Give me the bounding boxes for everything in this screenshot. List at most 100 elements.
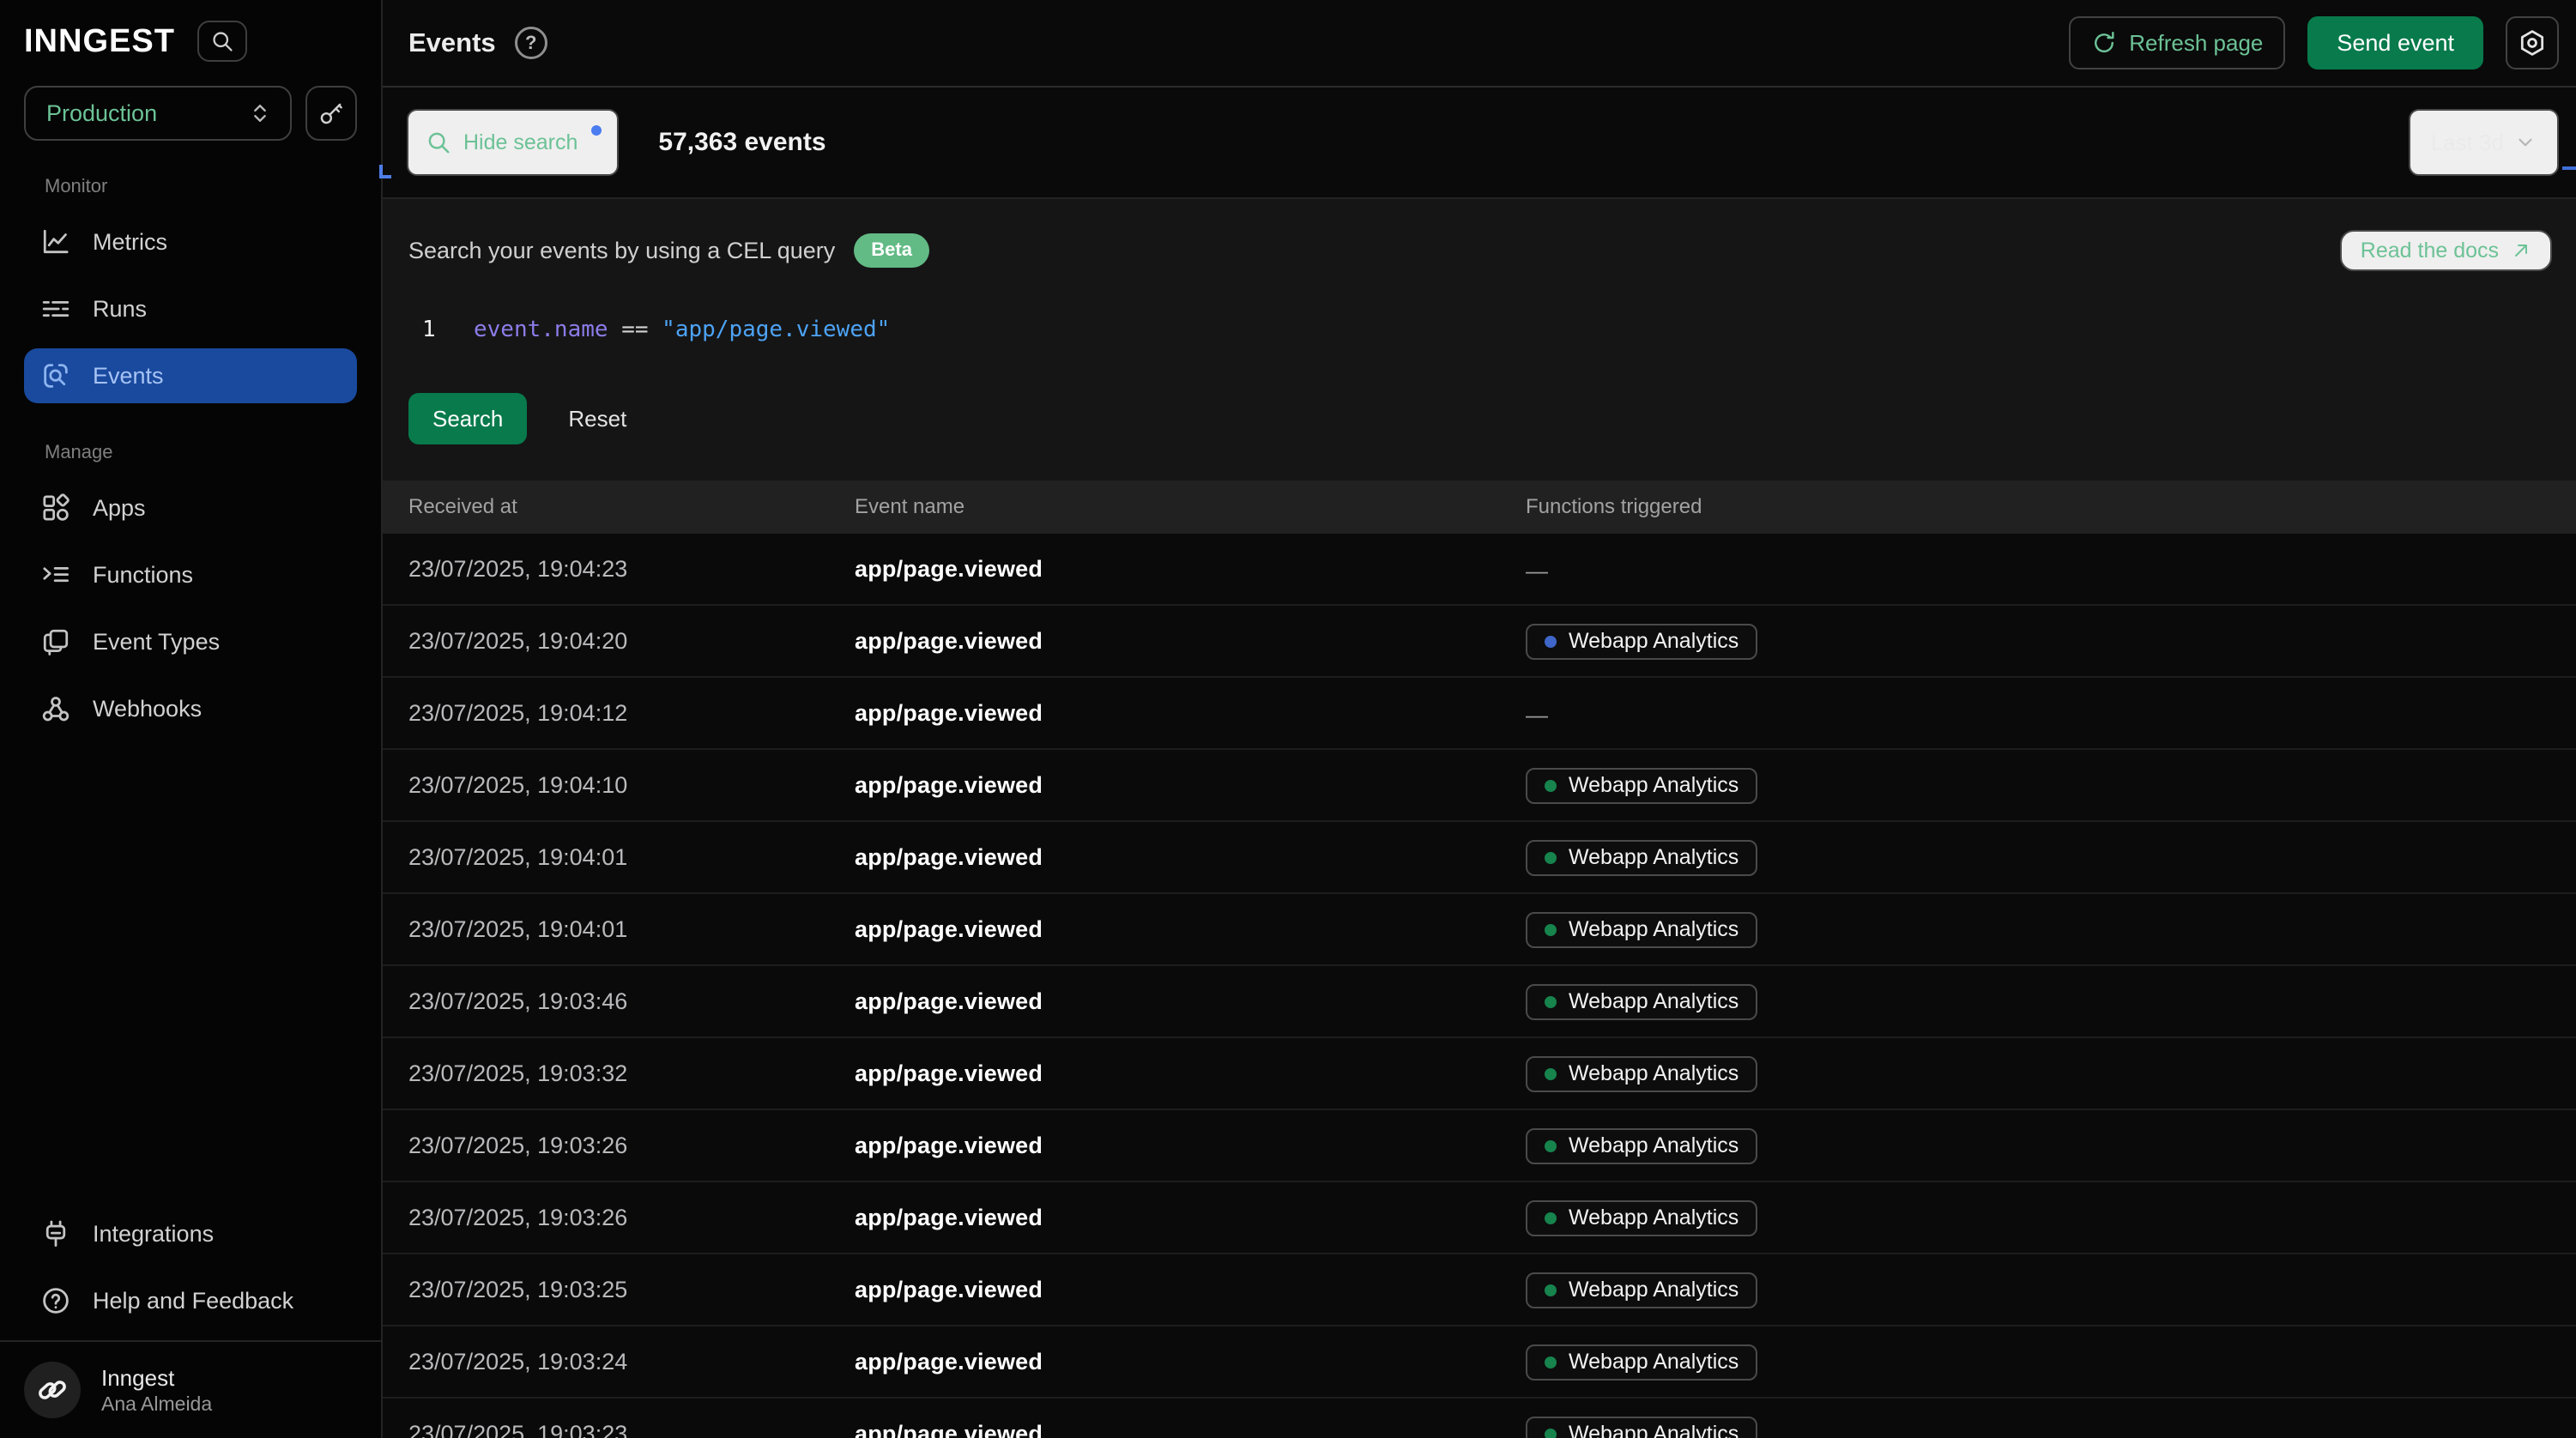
editor-edge-artifact-left xyxy=(379,165,391,178)
page-title: Events xyxy=(408,27,496,58)
cell-event-name: app/page.viewed xyxy=(855,772,1526,799)
function-badge[interactable]: Webapp Analytics xyxy=(1526,984,1757,1020)
function-badge-label: Webapp Analytics xyxy=(1569,917,1738,942)
cell-functions-triggered: Webapp Analytics xyxy=(1526,1127,2576,1164)
events-table-header: Received at Event name Functions trigger… xyxy=(383,480,2576,534)
table-row[interactable]: 23/07/2025, 19:04:23 app/page.viewed — xyxy=(383,534,2576,606)
sidebar-item-label: Events xyxy=(93,363,164,390)
cel-query-panel: Search your events by using a CEL query … xyxy=(383,199,2576,480)
runs-list-icon xyxy=(41,294,70,323)
function-badge[interactable]: Webapp Analytics xyxy=(1526,1056,1757,1092)
cell-functions-triggered: Webapp Analytics xyxy=(1526,1055,2576,1092)
cel-code-editor[interactable]: 1 event.name == "app/page.viewed" xyxy=(408,314,2552,345)
function-badge-label: Webapp Analytics xyxy=(1569,1061,1738,1086)
table-row[interactable]: 23/07/2025, 19:03:32 app/page.viewed Web… xyxy=(383,1038,2576,1110)
function-badge-label: Webapp Analytics xyxy=(1569,1422,1738,1438)
account-switcher[interactable]: Inngest Ana Almeida xyxy=(0,1340,381,1438)
search-button[interactable]: Search xyxy=(408,393,527,444)
cell-functions-triggered: Webapp Analytics xyxy=(1526,983,2576,1020)
time-range-select[interactable]: Last 3d xyxy=(2409,109,2559,176)
column-header-event-name: Event name xyxy=(855,495,1526,519)
chevron-down-icon xyxy=(2514,131,2537,154)
sidebar-item-apps[interactable]: Apps xyxy=(24,480,357,535)
sidebar-item-label: Event Types xyxy=(93,629,220,656)
table-row[interactable]: 23/07/2025, 19:04:01 app/page.viewed Web… xyxy=(383,822,2576,894)
cell-received-at: 23/07/2025, 19:04:23 xyxy=(408,556,855,583)
column-header-received-at: Received at xyxy=(408,495,855,519)
function-badge[interactable]: Webapp Analytics xyxy=(1526,1200,1757,1236)
cell-event-name: app/page.viewed xyxy=(855,1205,1526,1231)
sidebar-item-label: Apps xyxy=(93,495,146,522)
function-badge[interactable]: Webapp Analytics xyxy=(1526,1272,1757,1308)
event-keys-button[interactable] xyxy=(305,86,357,141)
inngest-dashboard: INNGEST Production xyxy=(0,0,2576,1438)
refresh-page-button[interactable]: Refresh page xyxy=(2069,16,2285,69)
function-status-dot-green xyxy=(1545,1140,1557,1152)
settings-button[interactable] xyxy=(2506,16,2559,69)
table-row[interactable]: 23/07/2025, 19:04:10 app/page.viewed Web… xyxy=(383,750,2576,822)
function-badge[interactable]: Webapp Analytics xyxy=(1526,912,1757,948)
account-user-name: Ana Almeida xyxy=(101,1392,212,1416)
function-badge-label: Webapp Analytics xyxy=(1569,1350,1738,1375)
table-row[interactable]: 23/07/2025, 19:04:12 app/page.viewed — xyxy=(383,678,2576,750)
function-badge[interactable]: Webapp Analytics xyxy=(1526,1417,1757,1438)
function-status-dot-green xyxy=(1545,1212,1557,1224)
table-row[interactable]: 23/07/2025, 19:03:26 app/page.viewed Web… xyxy=(383,1110,2576,1182)
table-row[interactable]: 23/07/2025, 19:04:01 app/page.viewed Web… xyxy=(383,894,2576,966)
hide-search-button[interactable]: Hide search xyxy=(407,109,619,176)
sidebar-item-label: Metrics xyxy=(93,229,167,256)
nav-group-manage: Manage xyxy=(24,441,357,463)
line-number: 1 xyxy=(408,314,443,345)
cell-event-name: app/page.viewed xyxy=(855,1133,1526,1159)
table-row[interactable]: 23/07/2025, 19:03:24 app/page.viewed Web… xyxy=(383,1326,2576,1399)
environment-value: Production xyxy=(46,100,157,127)
inngest-org-avatar xyxy=(24,1362,81,1418)
cel-token-operator: == xyxy=(608,317,662,342)
send-event-button[interactable]: Send event xyxy=(2307,16,2483,69)
cell-received-at: 23/07/2025, 19:04:20 xyxy=(408,628,855,655)
events-toolbar: Hide search 57,363 events Last 3d xyxy=(383,88,2576,199)
function-status-dot-green xyxy=(1545,852,1557,864)
sidebar-item-webhooks[interactable]: Webhooks xyxy=(24,681,357,736)
cell-event-name: app/page.viewed xyxy=(855,556,1526,583)
function-status-dot-green xyxy=(1545,1068,1557,1080)
function-badge[interactable]: Webapp Analytics xyxy=(1526,624,1757,660)
sidebar-item-metrics[interactable]: Metrics xyxy=(24,214,357,269)
sidebar-search-button[interactable] xyxy=(197,21,247,62)
sidebar-item-runs[interactable]: Runs xyxy=(24,281,357,336)
column-header-functions-triggered: Functions triggered xyxy=(1526,495,2576,519)
function-badge[interactable]: Webapp Analytics xyxy=(1526,1344,1757,1381)
cell-received-at: 23/07/2025, 19:03:24 xyxy=(408,1349,855,1375)
cel-panel-title: Search your events by using a CEL query xyxy=(408,238,835,264)
sidebar-item-event-types[interactable]: Event Types xyxy=(24,614,357,669)
cell-received-at: 23/07/2025, 19:04:01 xyxy=(408,916,855,943)
environment-select[interactable]: Production xyxy=(24,86,292,141)
read-the-docs-button[interactable]: Read the docs xyxy=(2340,230,2552,271)
function-status-dot-green xyxy=(1545,924,1557,936)
function-status-dot-green xyxy=(1545,1284,1557,1296)
sidebar-item-functions[interactable]: Functions xyxy=(24,547,357,602)
table-row[interactable]: 23/07/2025, 19:03:23 app/page.viewed Web… xyxy=(383,1399,2576,1438)
sidebar-item-label: Help and Feedback xyxy=(93,1288,293,1314)
sidebar-item-integrations[interactable]: Integrations xyxy=(24,1206,357,1261)
sidebar-top: INNGEST Production xyxy=(0,0,381,141)
sidebar-item-help-and-feedback[interactable]: Help and Feedback xyxy=(24,1273,357,1328)
table-row[interactable]: 23/07/2025, 19:04:20 app/page.viewed Web… xyxy=(383,606,2576,678)
cell-functions-triggered: Webapp Analytics xyxy=(1526,767,2576,804)
table-row[interactable]: 23/07/2025, 19:03:26 app/page.viewed Web… xyxy=(383,1182,2576,1254)
function-badge[interactable]: Webapp Analytics xyxy=(1526,1128,1757,1164)
function-badge-label: Webapp Analytics xyxy=(1569,989,1738,1014)
function-badge[interactable]: Webapp Analytics xyxy=(1526,840,1757,876)
page-help-icon[interactable]: ? xyxy=(515,27,547,59)
cell-event-name: app/page.viewed xyxy=(855,628,1526,655)
function-badge[interactable]: Webapp Analytics xyxy=(1526,768,1757,804)
reset-button[interactable]: Reset xyxy=(568,406,626,432)
account-org-name: Inngest xyxy=(101,1364,212,1392)
editor-edge-artifact-right xyxy=(2562,166,2576,170)
cel-token-string: "app/page.viewed" xyxy=(662,317,890,342)
cell-functions-triggered: Webapp Analytics xyxy=(1526,1272,2576,1308)
table-row[interactable]: 23/07/2025, 19:03:25 app/page.viewed Web… xyxy=(383,1254,2576,1326)
sidebar-item-events[interactable]: Events xyxy=(24,348,357,403)
table-row[interactable]: 23/07/2025, 19:03:46 app/page.viewed Web… xyxy=(383,966,2576,1038)
gear-icon xyxy=(2518,28,2547,57)
